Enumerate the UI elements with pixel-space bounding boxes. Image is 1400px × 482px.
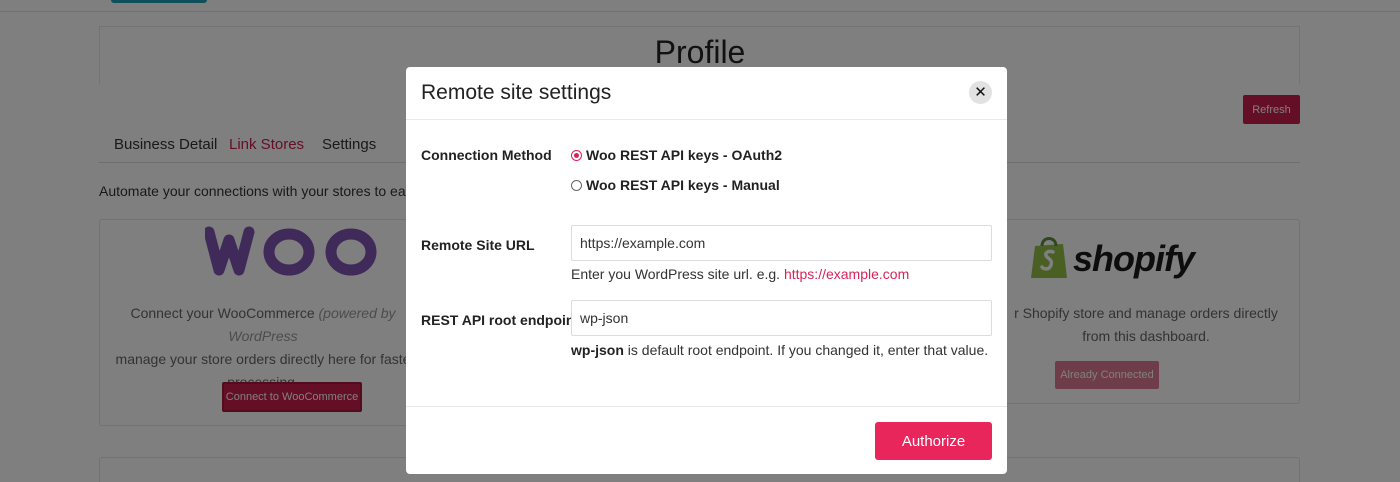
authorize-button[interactable]: Authorize	[875, 422, 992, 460]
close-icon[interactable]: ✕	[969, 81, 992, 104]
remote-url-label: Remote Site URL	[421, 237, 535, 253]
modal-header: Remote site settings ✕	[406, 67, 1007, 120]
remote-url-input[interactable]	[571, 225, 992, 261]
rest-root-help: wp-json is default root endpoint. If you…	[571, 342, 989, 358]
modal-title: Remote site settings	[421, 81, 612, 104]
radio-manual[interactable]: Woo REST API keys - Manual	[571, 177, 780, 193]
connection-method-label: Connection Method	[421, 147, 552, 163]
rest-root-input[interactable]	[571, 300, 992, 336]
example-url-link[interactable]: https://example.com	[784, 266, 909, 282]
radio-checked-icon[interactable]	[571, 149, 582, 161]
remote-site-settings-dialog: Remote site settings ✕ Connection Method…	[406, 67, 1007, 474]
radio-unchecked-icon[interactable]	[571, 179, 582, 191]
rest-root-label: REST API root endpoint	[421, 312, 580, 328]
modal-footer: Authorize	[406, 406, 1007, 474]
radio-oauth2[interactable]: Woo REST API keys - OAuth2	[571, 147, 782, 163]
remote-url-help: Enter you WordPress site url. e.g. https…	[571, 266, 910, 282]
